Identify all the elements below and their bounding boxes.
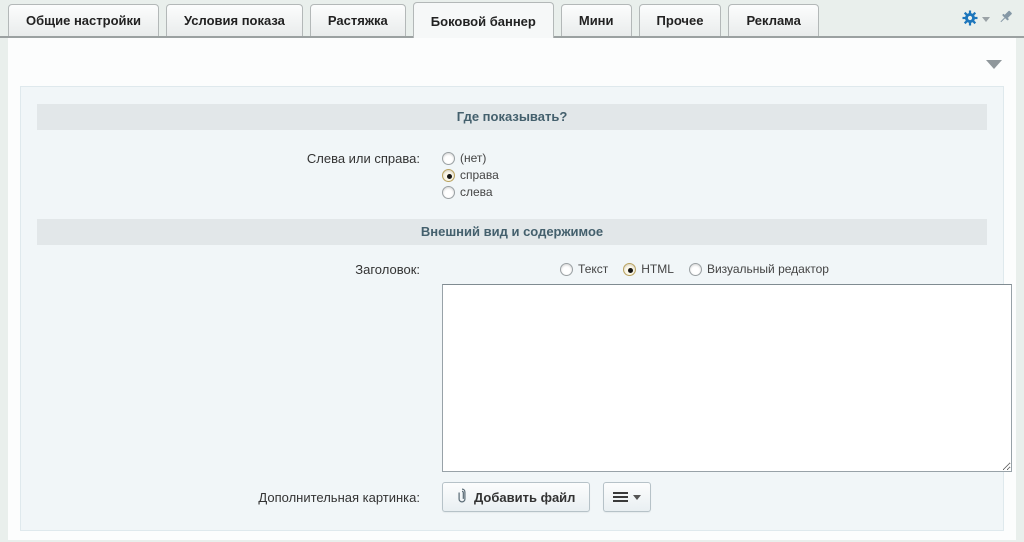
- add-file-button[interactable]: Добавить файл: [442, 482, 590, 512]
- tab-mini[interactable]: Мини: [561, 4, 632, 36]
- tab-side-banner[interactable]: Боковой баннер: [413, 2, 554, 38]
- radio-option-left[interactable]: слева: [442, 184, 987, 200]
- gear-icon[interactable]: [962, 10, 978, 29]
- tab-bar: Общие настройки Условия показа Растяжка …: [0, 0, 1024, 38]
- radio-icon[interactable]: [689, 263, 702, 276]
- add-file-button-label: Добавить файл: [474, 490, 575, 505]
- radio-option-label: справа: [460, 168, 499, 182]
- side-field-label: Слева или справа:: [37, 150, 442, 167]
- tab-display-conditions[interactable]: Условия показа: [166, 4, 303, 36]
- radio-icon[interactable]: [560, 263, 573, 276]
- radio-option-right[interactable]: справа: [442, 167, 987, 183]
- tab-other[interactable]: Прочее: [639, 4, 722, 36]
- collapse-panel-icon[interactable]: [986, 60, 1002, 69]
- chevron-down-icon[interactable]: [982, 17, 990, 22]
- chevron-down-icon: [633, 495, 641, 500]
- radio-option-label: HTML: [641, 262, 674, 276]
- extra-image-field-label: Дополнительная картинка:: [37, 489, 442, 506]
- radio-option-label: Визуальный редактор: [707, 262, 829, 276]
- editor-mode-radio-group: Текст HTML Визуальный редактор: [442, 261, 987, 277]
- title-field-label: Заголовок:: [37, 261, 442, 278]
- image-options-menu-button[interactable]: [603, 482, 651, 512]
- paperclip-icon: [457, 488, 467, 506]
- radio-mode-visual-editor[interactable]: Визуальный редактор: [689, 261, 829, 277]
- radio-option-label: (нет): [460, 151, 486, 165]
- hamburger-menu-icon: [613, 492, 628, 502]
- pin-icon[interactable]: [997, 9, 1014, 29]
- radio-option-label: слева: [460, 185, 493, 199]
- tab-general-settings[interactable]: Общие настройки: [8, 4, 159, 36]
- radio-icon[interactable]: [442, 169, 455, 182]
- radio-icon[interactable]: [623, 263, 636, 276]
- radio-mode-html[interactable]: HTML: [623, 261, 674, 277]
- radio-option-none[interactable]: (нет): [442, 150, 987, 166]
- title-html-editor-textarea[interactable]: [442, 284, 1012, 472]
- radio-option-label: Текст: [578, 262, 608, 276]
- radio-mode-text[interactable]: Текст: [560, 261, 608, 277]
- section-header-where: Где показывать?: [37, 104, 987, 130]
- tab-content-panel: Где показывать? Слева или справа: (нет) …: [8, 38, 1016, 540]
- section-header-appearance: Внешний вид и содержимое: [37, 219, 987, 245]
- radio-icon[interactable]: [442, 186, 455, 199]
- radio-icon[interactable]: [442, 152, 455, 165]
- tab-stretch[interactable]: Растяжка: [310, 4, 406, 36]
- settings-gear-dropdown[interactable]: [962, 10, 990, 29]
- banner-settings-form: Где показывать? Слева или справа: (нет) …: [20, 86, 1004, 531]
- tab-ads[interactable]: Реклама: [728, 4, 818, 36]
- side-radio-group: (нет) справа слева: [442, 150, 987, 201]
